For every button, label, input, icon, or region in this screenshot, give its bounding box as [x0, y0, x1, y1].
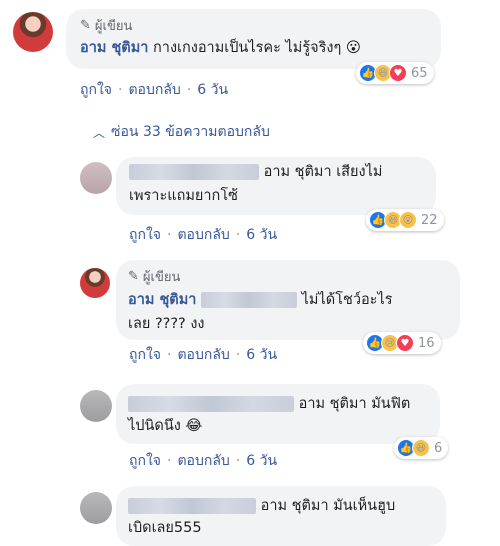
like-link[interactable]: ถูกใจ [80, 79, 112, 101]
commenter-avatar[interactable] [80, 162, 112, 194]
top-comment-text: อาม ชุติมา กางเกงอามเป็นไรคะ ไม่รู้จริงๆ… [80, 38, 361, 59]
reaction-summary[interactable]: 👍 😆 6 [394, 437, 449, 459]
reaction-summary[interactable]: 👍 😆 😮 22 [366, 209, 444, 231]
author-avatar[interactable] [80, 268, 110, 298]
reply-text: อาม ชุติมา มันเห็นฮูบ [128, 496, 395, 517]
author-tag-label: ผู้เขียน [94, 19, 133, 34]
blurred-name [128, 498, 256, 514]
reaction-count: 6 [434, 440, 443, 456]
reply-text: อาม ชุติมา มันฟิต [128, 394, 410, 415]
timestamp[interactable]: 6 วัน [197, 79, 228, 101]
reply-link[interactable]: ตอบกลับ [177, 450, 229, 472]
reply-link[interactable]: ตอบกลับ [177, 344, 229, 366]
author-avatar[interactable] [13, 12, 53, 52]
love-reaction-icon: ♥ [389, 64, 407, 82]
reply-actions: ถูกใจ · ตอบกลับ · 6 วัน [129, 224, 277, 246]
reply-actions: ถูกใจ · ตอบกลับ · 6 วัน [129, 450, 277, 472]
timestamp[interactable]: 6 วัน [246, 344, 277, 366]
reply-text: อาม ชุติมา ไม่ได้โชว์อะไร [128, 292, 393, 308]
reaction-count: 22 [421, 212, 438, 228]
blurred-name [201, 292, 298, 308]
commenter-name[interactable]: อาม ชุติมา [80, 40, 148, 56]
pencil-icon: ✎ [128, 269, 139, 284]
reply-text-line2: ไปนิดนึง 😂 [128, 418, 203, 434]
commenter-name[interactable]: อาม ชุติมา [128, 292, 196, 308]
timestamp[interactable]: 6 วัน [246, 224, 277, 246]
pencil-icon: ✎ [80, 18, 91, 33]
blurred-name [129, 164, 259, 180]
reaction-count: 65 [411, 65, 428, 81]
comment-body: กางเกงอามเป็นไรคะ ไม่รู้จริงๆ 😮 [153, 40, 362, 56]
comment-actions: ถูกใจ · ตอบกลับ · 6 วัน [80, 79, 228, 101]
author-tag-label: ผู้เขียน [142, 270, 181, 285]
hide-replies-label: ซ่อน 33 ข้อความตอบกลับ [111, 124, 270, 140]
reply-text-line2: เพราะแถมยากโซ้ [129, 188, 238, 204]
reaction-summary[interactable]: 👍 😢 ♥ 16 [363, 332, 441, 354]
commenter-avatar[interactable] [80, 492, 112, 524]
reply-text-line2: เบิดเลย555 [128, 520, 202, 536]
reply-link[interactable]: ตอบกลับ [177, 224, 229, 246]
like-link[interactable]: ถูกใจ [129, 344, 161, 366]
like-link[interactable]: ถูกใจ [129, 450, 161, 472]
reaction-summary[interactable]: 👍 😆 ♥ 65 [356, 62, 434, 84]
hide-replies-link[interactable]: ︿ ซ่อน 33 ข้อความตอบกลับ [93, 121, 270, 143]
reply-text: อาม ชุติมา เสียงไม่ [129, 162, 382, 183]
chevron-up-icon: ︿ [93, 125, 106, 140]
commenter-avatar[interactable] [80, 390, 112, 422]
reply-actions: ถูกใจ · ตอบกลับ · 6 วัน [129, 344, 277, 366]
like-link[interactable]: ถูกใจ [129, 224, 161, 246]
blurred-name [128, 396, 294, 412]
author-tag: ✎ ผู้เขียน [128, 266, 180, 287]
wow-reaction-icon: 😮 [399, 211, 417, 229]
haha-reaction-icon: 😆 [412, 439, 430, 457]
reply-text-line2: เลย ???? งง [128, 316, 205, 332]
timestamp[interactable]: 6 วัน [246, 450, 277, 472]
reaction-count: 16 [418, 335, 435, 351]
love-reaction-icon: ♥ [396, 334, 414, 352]
reply-link[interactable]: ตอบกลับ [128, 79, 180, 101]
author-tag: ✎ ผู้เขียน [80, 15, 132, 36]
